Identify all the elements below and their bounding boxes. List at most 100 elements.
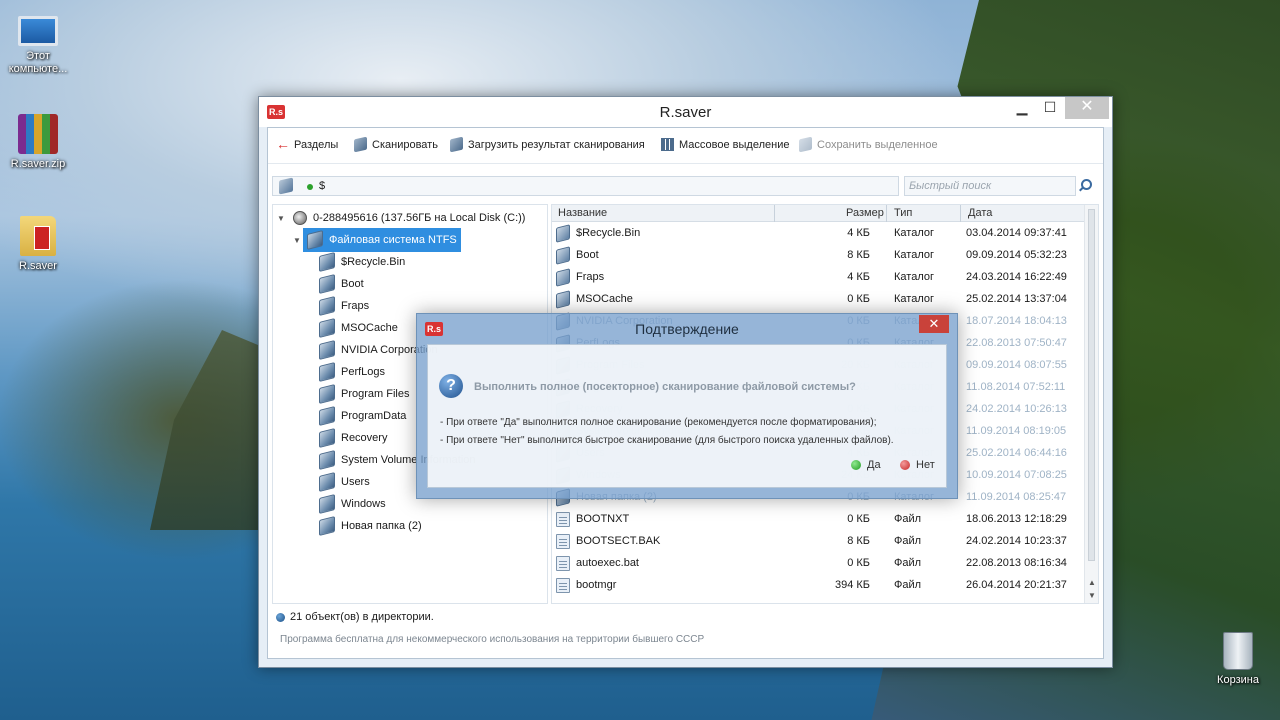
yes-button[interactable]: Да <box>851 459 881 471</box>
maximize-button[interactable]: ☐ <box>1037 97 1063 119</box>
recycle-bin-icon <box>1223 632 1253 670</box>
tree-item[interactable]: MSOCache <box>307 317 398 339</box>
expand-arrow-icon[interactable]: ▼ <box>275 214 287 223</box>
tree-item[interactable]: Windows <box>307 493 386 515</box>
tree-item[interactable]: PerfLogs <box>307 361 385 383</box>
path-text: $ <box>319 180 326 192</box>
column-divider[interactable] <box>774 205 775 222</box>
tree-item-label: ProgramData <box>341 410 407 422</box>
drive-icon <box>279 177 293 195</box>
tree-item-label: Recovery <box>341 432 388 444</box>
tree-item-label: Fraps <box>341 300 370 312</box>
file-type: Каталог <box>894 249 934 261</box>
file-date: 25.02.2014 13:37:04 <box>966 293 1067 305</box>
tree-item[interactable]: $Recycle.Bin <box>307 251 405 273</box>
status-bar: 21 объект(ов) в директории. <box>272 606 1099 630</box>
file-date: 22.08.2013 07:50:47 <box>966 337 1067 349</box>
list-scrollbar[interactable]: ▲ ▼ <box>1084 205 1098 603</box>
file-name: BOOTNXT <box>576 513 630 525</box>
file-size: 394 КБ <box>834 579 870 591</box>
expand-arrow-icon[interactable]: ▼ <box>291 236 303 245</box>
file-row[interactable]: $Recycle.Bin 4 КБ Каталог 03.04.2014 09:37:… <box>552 223 1084 245</box>
toolbar-label: Разделы <box>294 138 339 151</box>
window-titlebar[interactable]: R.s R.saver ▁ ☐ ✕ <box>259 97 1112 127</box>
tree-item[interactable]: Новая папка (2) <box>307 515 422 537</box>
tree-item-disk[interactable]: ▼ 0-288495616 (137.56ГБ на Local Disk (C… <box>275 207 525 229</box>
file-date: 18.06.2013 12:18:29 <box>966 513 1067 525</box>
hard-disk-icon <box>293 211 307 225</box>
file-icon <box>556 556 570 571</box>
tree-item-ntfs[interactable]: ▼ Файловая система NTFS <box>291 228 461 252</box>
dialog-title: Подтверждение <box>635 321 739 337</box>
column-header-size[interactable]: Размер <box>846 207 884 219</box>
scrollbar-thumb[interactable] <box>1088 209 1095 561</box>
desktop-icon-rsaver-zip[interactable]: R.saver.zip <box>0 114 76 171</box>
file-type: Файл <box>894 535 922 547</box>
file-row[interactable]: Boot 8 КБ Каталог 09.09.2014 05:32:23 <box>552 245 1084 267</box>
toolbar-scan-button[interactable]: Сканировать <box>354 136 438 153</box>
file-row[interactable]: BOOTNXT 0 КБ Файл 18.06.2013 12:18:29 <box>552 509 1084 531</box>
desktop-icon-recycle-bin[interactable]: Корзина <box>1200 632 1276 687</box>
folder-icon <box>319 296 335 316</box>
search-icon[interactable] <box>1078 178 1092 192</box>
scan-icon <box>354 136 367 153</box>
tree-item[interactable]: Recovery <box>307 427 387 449</box>
tree-item[interactable]: Users <box>307 471 370 493</box>
tree-item-selected-label: Файловая система NTFS <box>303 228 461 252</box>
toolbar-load-scan-button[interactable]: Загрузить результат сканирования <box>450 136 645 153</box>
toolbar-save-selected-button[interactable]: Сохранить выделенное <box>799 136 938 153</box>
toolbar-mass-select-button[interactable]: Массовое выделение <box>661 138 789 151</box>
mass-select-icon <box>661 138 674 151</box>
file-size: 0 КБ <box>847 513 870 525</box>
save-selected-icon <box>799 136 812 153</box>
tree-item[interactable]: Program Files <box>307 383 409 405</box>
status-text: 21 объект(ов) в директории. <box>290 611 434 623</box>
toolbar: ← Разделы Сканировать Загрузить результа… <box>268 128 1103 164</box>
folder-icon <box>319 274 335 294</box>
folder-icon <box>319 472 335 492</box>
scroll-down-icon[interactable]: ▼ <box>1088 591 1096 600</box>
minimize-button[interactable]: ▁ <box>1009 97 1035 119</box>
column-header-date[interactable]: Дата <box>968 207 992 219</box>
file-size: 4 КБ <box>847 271 870 283</box>
file-row[interactable]: BOOTSECT.BAK 8 КБ Файл 24.02.2014 10:23:37 <box>552 531 1084 553</box>
desktop-icon-this-pc[interactable]: Этот компьюте... <box>0 10 76 76</box>
close-button[interactable]: ✕ <box>1065 97 1109 119</box>
file-icon <box>556 534 570 549</box>
folder-icon <box>556 268 570 287</box>
folder-icon <box>319 516 335 536</box>
tree-item[interactable]: Boot <box>307 273 364 295</box>
column-divider[interactable] <box>960 205 961 222</box>
quick-search-input[interactable]: Быстрый поиск <box>904 176 1076 196</box>
file-row[interactable]: Fraps 4 КБ Каталог 24.03.2014 16:22:49 <box>552 267 1084 289</box>
file-row[interactable]: MSOCache 0 КБ Каталог 25.02.2014 13:37:04 <box>552 289 1084 311</box>
file-row[interactable]: autoexec.bat 0 КБ Файл 22.08.2013 08:16:34 <box>552 553 1084 575</box>
folder-icon <box>319 340 335 360</box>
toolbar-partitions-button[interactable]: ← Разделы <box>276 136 339 152</box>
file-icon <box>556 578 570 593</box>
desktop-icon-rsaver-folder[interactable]: R.saver <box>0 216 76 273</box>
dialog-close-button[interactable]: ✕ <box>919 315 949 333</box>
column-header-name[interactable]: Название <box>558 207 607 219</box>
file-date: 25.02.2014 06:44:16 <box>966 447 1067 459</box>
path-bar[interactable]: $ <box>272 176 899 196</box>
file-size: 0 КБ <box>847 557 870 569</box>
load-scan-icon <box>450 136 463 153</box>
file-size: 0 КБ <box>847 293 870 305</box>
file-size: 8 КБ <box>847 535 870 547</box>
green-dot-icon <box>851 460 861 470</box>
search-placeholder: Быстрый поиск <box>909 180 992 192</box>
tree-item[interactable]: Fraps <box>307 295 369 317</box>
file-row[interactable]: bootmgr 394 КБ Файл 26.04.2014 20:21:37 <box>552 575 1084 597</box>
back-arrow-icon: ← <box>276 136 290 152</box>
column-divider[interactable] <box>886 205 887 222</box>
tree-item[interactable]: ProgramData <box>307 405 406 427</box>
file-date: 18.07.2014 18:04:13 <box>966 315 1067 327</box>
filesystem-icon <box>307 230 323 250</box>
file-date: 24.03.2014 16:22:49 <box>966 271 1067 283</box>
scroll-up-icon[interactable]: ▲ <box>1088 578 1096 587</box>
column-header-type[interactable]: Тип <box>894 207 912 219</box>
no-button[interactable]: Нет <box>900 459 935 471</box>
yes-label: Да <box>867 459 881 471</box>
folder-icon <box>319 494 335 514</box>
